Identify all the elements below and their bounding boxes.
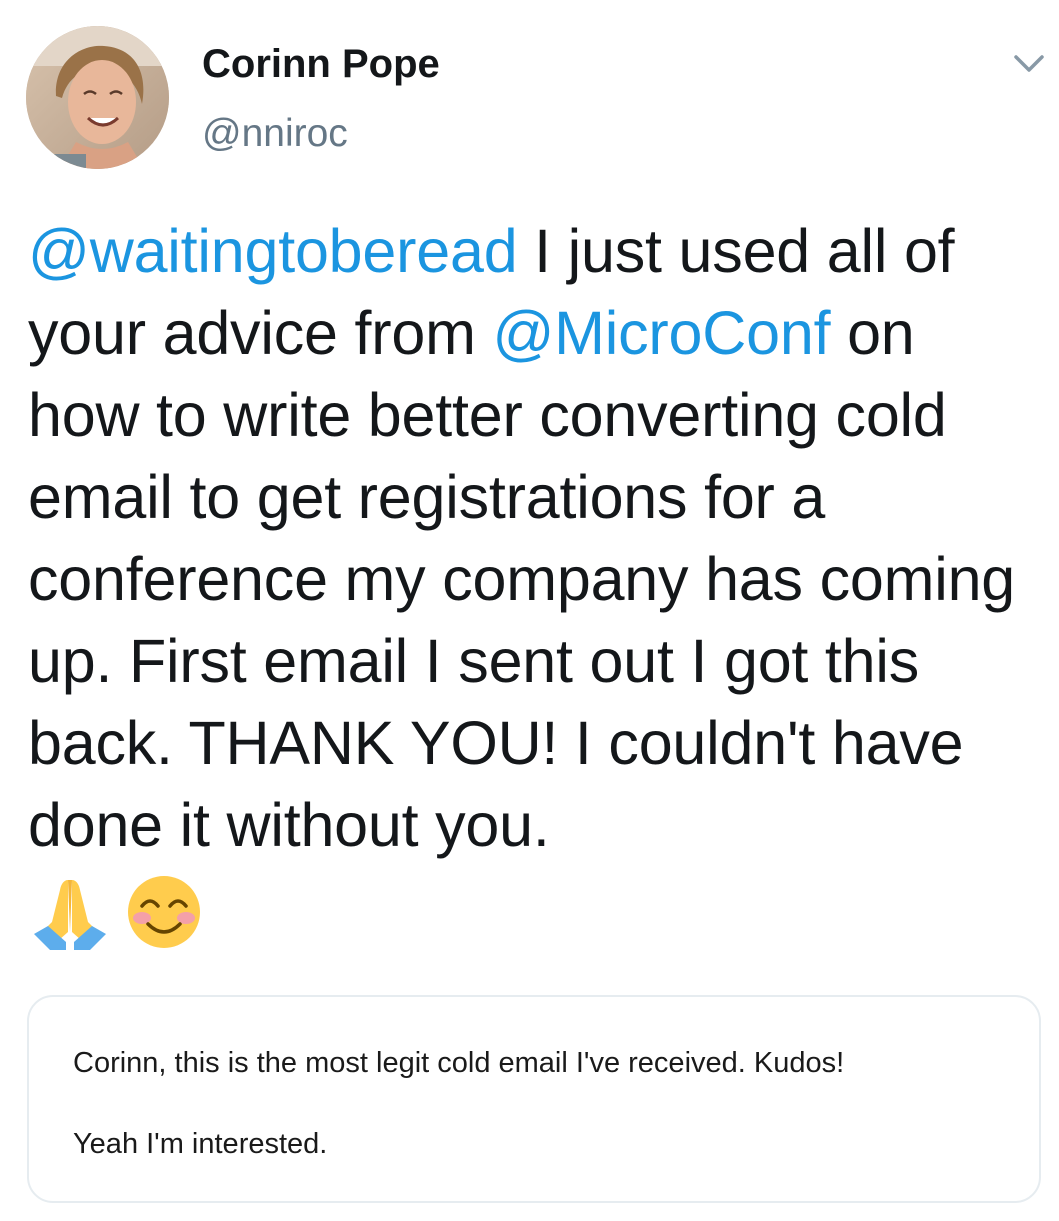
mention-link[interactable]: @waitingtoberead (28, 217, 518, 285)
attached-image-card[interactable]: Corinn, this is the most legit cold emai… (27, 995, 1041, 1203)
tweet-text: @waitingtoberead I just used all of your… (28, 210, 1038, 866)
smiling-face-with-smiling-eyes-emoji-icon (128, 876, 200, 948)
email-reply-line: Corinn, this is the most legit cold emai… (73, 1047, 845, 1079)
email-reply-line: Yeah I'm interested. (73, 1128, 328, 1160)
author-handle[interactable]: @nniroc (202, 112, 348, 156)
author-name[interactable]: Corinn Pope (202, 42, 440, 87)
avatar[interactable] (26, 26, 169, 169)
profile-photo-icon (26, 26, 169, 169)
folded-hands-emoji-icon (34, 880, 106, 950)
tweet: Corinn Pope @nniroc @waitingtoberead I j… (0, 0, 1059, 1221)
tweet-text-segment: on how to write better converting cold e… (28, 299, 1016, 859)
chevron-down-icon[interactable] (1012, 52, 1046, 76)
mention-link[interactable]: @MicroConf (492, 299, 830, 367)
